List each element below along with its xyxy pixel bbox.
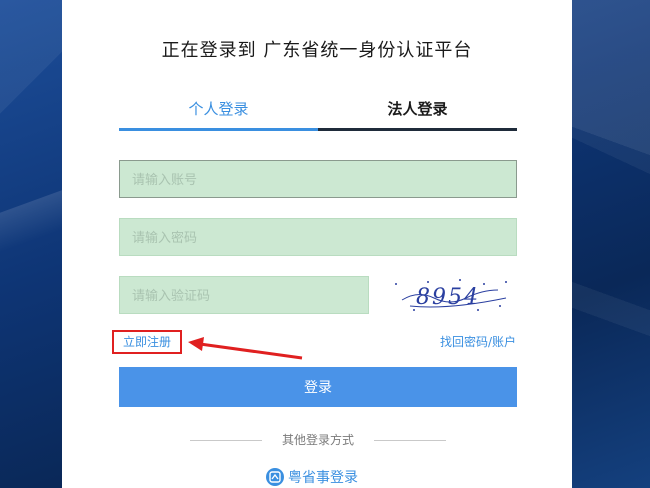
tab-personal-login[interactable]: 个人登录 <box>119 96 318 131</box>
yss-login-button[interactable]: 粤省事登录 <box>266 466 358 488</box>
account-input[interactable] <box>119 160 517 198</box>
yss-app-icon <box>266 468 284 486</box>
divider-line-right <box>374 440 446 441</box>
password-input[interactable] <box>119 218 517 256</box>
login-panel: 正在登录到 广东省统一身份认证平台 个人登录 法人登录 8954 立即注册 找回… <box>62 0 572 488</box>
captcha-graphic: 8954 <box>395 279 507 311</box>
other-login-divider: 其他登录方式 <box>190 432 446 448</box>
login-tabs: 个人登录 法人登录 <box>119 96 517 134</box>
captcha-image[interactable]: 8954 <box>388 276 516 314</box>
tab-legal-login[interactable]: 法人登录 <box>318 96 517 131</box>
red-arrow-annotation <box>188 337 303 360</box>
register-link[interactable]: 立即注册 <box>112 330 182 354</box>
captcha-text: 8954 <box>416 285 480 310</box>
login-button[interactable]: 登录 <box>119 367 517 407</box>
forgot-password-link[interactable]: 找回密码/账户 <box>440 333 516 350</box>
captcha-input[interactable] <box>119 276 369 314</box>
page-title: 正在登录到 广东省统一身份认证平台 <box>161 40 473 61</box>
yss-login-label: 粤省事登录 <box>288 470 358 486</box>
